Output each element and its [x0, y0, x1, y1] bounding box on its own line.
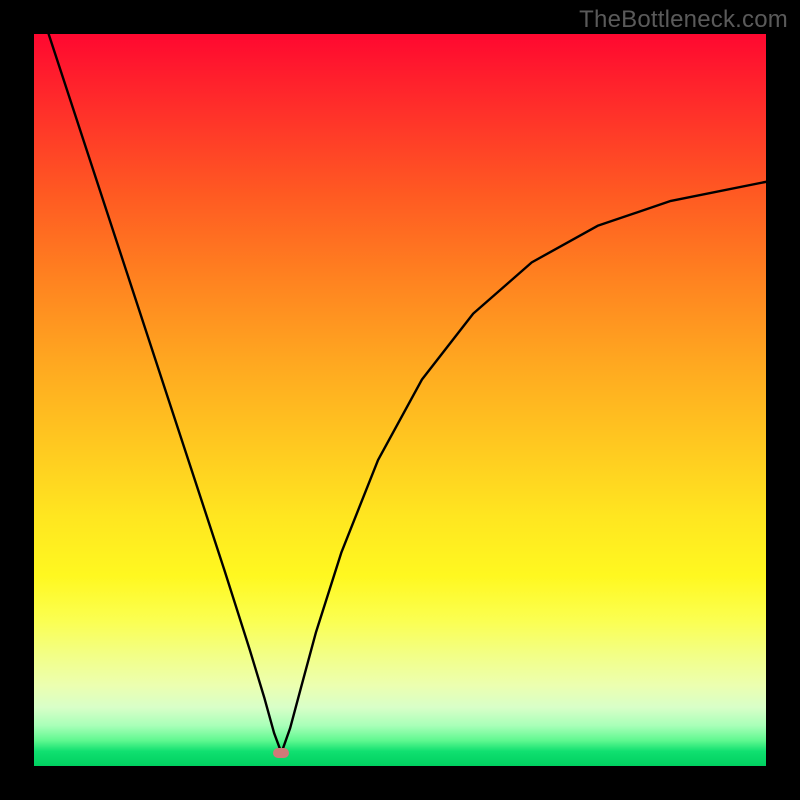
bottleneck-curve — [34, 34, 766, 766]
minimum-marker — [273, 748, 289, 758]
curve-path — [49, 34, 766, 753]
chart-frame: TheBottleneck.com — [0, 0, 800, 800]
chart-plot-area — [34, 34, 766, 766]
watermark-text: TheBottleneck.com — [579, 6, 788, 34]
